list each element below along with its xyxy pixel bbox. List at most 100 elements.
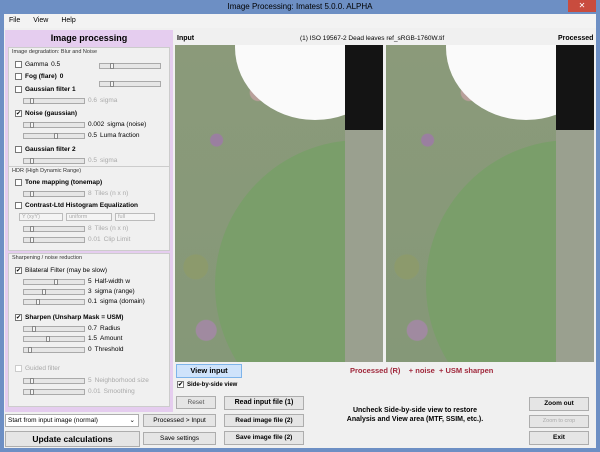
clahe-label: Contrast-Ltd Histogram Equalization bbox=[25, 202, 139, 209]
distribution-dropdown[interactable]: uniform bbox=[66, 213, 112, 221]
fog-checkbox[interactable] bbox=[15, 73, 22, 80]
tiles-label: Tiles (n x n) bbox=[94, 225, 129, 232]
save-image-button[interactable]: Save image file (2) bbox=[224, 431, 304, 445]
noise-sigma-value: 0.002 bbox=[88, 121, 105, 128]
neighborhood-value: 5 bbox=[88, 377, 92, 384]
amount-value: 1.5 bbox=[88, 335, 98, 342]
title-bar: Image Processing: Imatest 5.0.0. ALPHA bbox=[0, 0, 600, 14]
exit-button[interactable]: Exit bbox=[529, 431, 589, 445]
sigma-domain-slider[interactable] bbox=[23, 298, 85, 305]
noise-label: Noise (gaussian) bbox=[25, 110, 78, 117]
menu-file[interactable]: File bbox=[9, 17, 20, 24]
fog-label: Fog (flare) bbox=[25, 73, 57, 80]
menu-bar: File View Help bbox=[4, 14, 596, 28]
menu-view[interactable]: View bbox=[33, 17, 48, 24]
gauss1-label: Gaussian filter 1 bbox=[25, 86, 76, 93]
processed-image[interactable] bbox=[386, 45, 594, 362]
processed-to-input-button[interactable]: Processed > Input bbox=[143, 414, 216, 427]
amount-label: Amount bbox=[100, 335, 123, 342]
neighborhood-label: Neighborhood size bbox=[94, 377, 149, 384]
smoothing-label: Smoothing bbox=[103, 388, 135, 395]
degradation-group: Image degradation: Blur and Noise Gamma 0… bbox=[8, 47, 170, 185]
zoom-out-button[interactable]: Zoom out bbox=[529, 397, 589, 411]
range-dropdown[interactable]: full bbox=[115, 213, 155, 221]
radius-slider[interactable] bbox=[23, 325, 85, 332]
panel-header: Image processing bbox=[50, 33, 128, 43]
guided-label: Guided filter bbox=[25, 365, 61, 372]
halfwidth-slider[interactable] bbox=[23, 278, 85, 285]
noise-checkbox[interactable]: ✔ bbox=[15, 110, 22, 117]
bilateral-checkbox[interactable]: ✔ bbox=[15, 267, 22, 274]
processed-label: Processed bbox=[558, 35, 594, 42]
threshold-slider[interactable] bbox=[23, 346, 85, 353]
gauss2-checkbox[interactable] bbox=[15, 146, 22, 153]
zoom-to-crop-button[interactable]: Zoom to crop bbox=[529, 415, 589, 428]
tiles-value: 8 bbox=[88, 225, 92, 232]
close-button[interactable]: ✕ bbox=[568, 0, 596, 12]
status-text: Processed (R) + noise + USM sharpen bbox=[350, 366, 494, 375]
input-label: Input bbox=[177, 35, 195, 42]
sigma-range-value: 3 bbox=[88, 288, 92, 295]
start-from-value: Start from input image (normal) bbox=[8, 417, 98, 424]
gauss2-label: Gaussian filter 2 bbox=[25, 146, 76, 153]
view-input-button[interactable]: View input bbox=[176, 364, 242, 378]
hdr-group: HDR (High Dynamic Range) Tone mapping (t… bbox=[8, 166, 170, 251]
luma-slider[interactable] bbox=[23, 132, 85, 139]
window-title: Image Processing: Imatest 5.0.0. ALPHA bbox=[227, 2, 373, 11]
gamma-checkbox[interactable] bbox=[15, 61, 22, 68]
sigma-range-label: sigma (range) bbox=[94, 288, 135, 295]
gauss2-slider[interactable] bbox=[23, 157, 85, 164]
gamma-slider[interactable] bbox=[99, 63, 161, 69]
group-title: Image degradation: Blur and Noise bbox=[12, 49, 97, 55]
read-input-button[interactable]: Read input file (1) bbox=[224, 396, 304, 410]
tone-unit: Tiles (n x n) bbox=[94, 190, 129, 197]
side-by-side-checkbox[interactable]: ✔ bbox=[177, 381, 184, 388]
update-calculations-button[interactable]: Update calculations bbox=[5, 431, 140, 447]
tone-checkbox[interactable] bbox=[15, 179, 22, 186]
input-image[interactable] bbox=[175, 45, 383, 362]
left-panel: Image processing Image degradation: Blur… bbox=[5, 30, 173, 412]
clip-value: 0.01 bbox=[88, 236, 101, 243]
tiles-slider[interactable] bbox=[23, 225, 85, 232]
save-settings-button[interactable]: Save settings bbox=[143, 432, 216, 445]
usm-checkbox[interactable]: ✔ bbox=[15, 314, 22, 321]
sigma-range-slider[interactable] bbox=[23, 288, 85, 295]
tone-slider[interactable] bbox=[23, 190, 85, 197]
clip-label: Clip Limit bbox=[103, 236, 131, 243]
amount-slider[interactable] bbox=[23, 335, 85, 342]
menu-help[interactable]: Help bbox=[61, 17, 75, 24]
gauss1-checkbox[interactable] bbox=[15, 86, 22, 93]
color-space-dropdown[interactable]: Y (xyY) bbox=[19, 213, 63, 221]
group-title: Sharpening / noise reduction bbox=[12, 255, 83, 261]
usm-label: Sharpen (Unsharp Mask = USM) bbox=[25, 314, 124, 321]
threshold-label: Threshold bbox=[94, 346, 124, 353]
halfwidth-value: 5 bbox=[88, 278, 92, 285]
sigma-domain-label: sigma (domain) bbox=[100, 298, 145, 305]
radius-value: 0.7 bbox=[88, 325, 98, 332]
clip-slider[interactable] bbox=[23, 236, 85, 243]
chevron-down-icon: ⌄ bbox=[129, 417, 135, 424]
smoothing-slider[interactable] bbox=[23, 388, 85, 395]
radius-label: Radius bbox=[100, 325, 121, 332]
bilateral-label: Bilateral Filter (may be slow) bbox=[25, 267, 107, 274]
luma-value: 0.5 bbox=[88, 132, 98, 139]
neighborhood-slider[interactable] bbox=[23, 377, 85, 384]
fog-value: 0 bbox=[59, 73, 64, 80]
gauss1-unit: sigma bbox=[100, 97, 118, 104]
halfwidth-label: Half-width w bbox=[94, 278, 131, 285]
noise-sigma-slider[interactable] bbox=[23, 121, 85, 128]
read-image-button[interactable]: Read image file (2) bbox=[224, 414, 304, 427]
clahe-checkbox[interactable] bbox=[15, 202, 22, 209]
fog-slider[interactable] bbox=[99, 81, 161, 87]
side-by-side-label: Side-by-side view bbox=[187, 381, 238, 388]
gauss1-slider[interactable] bbox=[23, 97, 85, 104]
gamma-value: 0.5 bbox=[51, 61, 61, 68]
luma-label: Luma fraction bbox=[100, 132, 140, 139]
reset-button[interactable]: Reset bbox=[176, 396, 216, 409]
gamma-label: Gamma bbox=[25, 61, 49, 68]
group-title: HDR (High Dynamic Range) bbox=[12, 168, 82, 174]
guided-checkbox[interactable] bbox=[15, 365, 22, 372]
sigma-domain-value: 0.1 bbox=[88, 298, 98, 305]
start-from-dropdown[interactable]: Start from input image (normal) ⌄ bbox=[5, 414, 139, 427]
gauss1-value: 0.6 bbox=[88, 97, 98, 104]
